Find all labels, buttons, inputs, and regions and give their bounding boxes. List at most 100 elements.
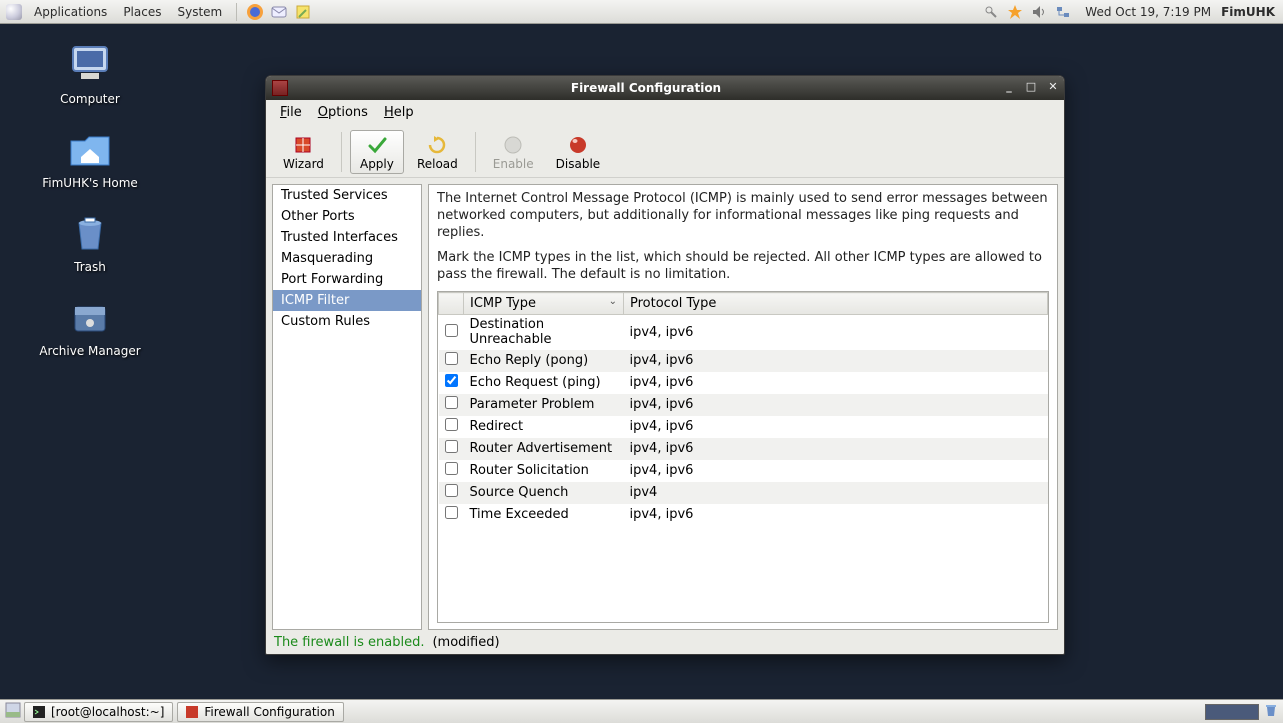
cell-icmp-type: Router Solicitation [464,460,624,482]
table-row[interactable]: Echo Request (ping)ipv4, ipv6 [439,372,1048,394]
apply-icon [365,133,389,157]
col-icmp-type[interactable]: ICMP Type⌄ [464,293,624,315]
apply-label: Apply [360,157,394,171]
row-checkbox[interactable] [445,506,458,519]
cell-protocol: ipv4, ipv6 [624,315,1048,350]
cell-protocol: ipv4, ipv6 [624,460,1048,482]
mail-icon[interactable] [269,2,289,22]
cell-protocol: ipv4, ipv6 [624,416,1048,438]
computer-icon [66,40,114,88]
trash-icon [66,208,114,256]
cell-protocol: ipv4, ipv6 [624,504,1048,526]
minimize-button[interactable]: _ [1000,80,1018,96]
titlebar[interactable]: Firewall Configuration _ □ ✕ [266,76,1064,100]
wizard-button[interactable]: Wizard [274,130,333,174]
menu-help[interactable]: Help [376,103,422,122]
sort-indicator-icon: ⌄ [609,296,617,307]
sidebar-item-port-forwarding[interactable]: Port Forwarding [273,269,421,290]
sidebar-item-custom-rules[interactable]: Custom Rules [273,311,421,332]
row-checkbox[interactable] [445,374,458,387]
tray: Wed Oct 19, 7:19 PM FimUHK [979,2,1283,22]
menu-system[interactable]: System [169,5,230,19]
maximize-button[interactable]: □ [1022,80,1040,96]
row-checkbox[interactable] [445,462,458,475]
row-checkbox[interactable] [445,440,458,453]
main-pane: The Internet Control Message Protocol (I… [428,184,1058,630]
firewall-icon [272,80,288,96]
toolbar-separator [341,132,342,172]
col-protocol[interactable]: Protocol Type [624,293,1048,315]
desktop-icon-computer[interactable]: Computer [30,40,150,106]
table-row[interactable]: Source Quenchipv4 [439,482,1048,504]
row-checkbox[interactable] [445,396,458,409]
row-checkbox[interactable] [445,484,458,497]
toolbar-separator [475,132,476,172]
status-modified: (modified) [432,635,499,650]
row-checkbox[interactable] [445,418,458,431]
show-desktop-icon[interactable] [4,701,22,722]
table-row[interactable]: Time Exceededipv4, ipv6 [439,504,1048,526]
task-firewall-label: Firewall Configuration [204,705,334,719]
col-check[interactable] [439,293,464,315]
cell-icmp-type: Time Exceeded [464,504,624,526]
notes-icon[interactable] [293,2,313,22]
desktop-label: Trash [30,260,150,274]
menu-places[interactable]: Places [115,5,169,19]
row-checkbox[interactable] [445,352,458,365]
description-1: The Internet Control Message Protocol (I… [437,191,1049,242]
toolbar: Wizard Apply Reload Enable Disable [266,124,1064,178]
firewall-icon [186,706,198,718]
task-terminal-label: [root@localhost:~] [51,705,164,719]
table-row[interactable]: Parameter Problemipv4, ipv6 [439,394,1048,416]
sidebar-item-other-ports[interactable]: Other Ports [273,206,421,227]
table-row[interactable]: Router Advertisementipv4, ipv6 [439,438,1048,460]
cell-icmp-type: Parameter Problem [464,394,624,416]
reload-button[interactable]: Reload [408,130,467,174]
cell-protocol: ipv4, ipv6 [624,438,1048,460]
sidebar-item-icmp-filter[interactable]: ICMP Filter [273,290,421,311]
home-folder-icon [66,124,114,172]
trash-applet-icon[interactable] [1263,702,1279,721]
table-row[interactable]: Destination Unreachableipv4, ipv6 [439,315,1048,350]
desktop-icon-trash[interactable]: Trash [30,208,150,274]
desktop-label: FimUHK's Home [30,176,150,190]
disable-label: Disable [556,157,601,171]
workspace-switcher[interactable] [1205,704,1259,720]
sidebar-item-trusted-interfaces[interactable]: Trusted Interfaces [273,227,421,248]
menu-applications[interactable]: Applications [26,5,115,19]
archive-manager-icon [66,292,114,340]
wizard-label: Wizard [283,157,324,171]
row-checkbox[interactable] [445,324,458,337]
cell-protocol: ipv4, ipv6 [624,350,1048,372]
desktop-icon-home[interactable]: FimUHK's Home [30,124,150,190]
menu-file[interactable]: File [272,103,310,122]
gnome-foot-icon [6,4,22,20]
cell-icmp-type: Destination Unreachable [464,315,624,350]
task-terminal[interactable]: [root@localhost:~] [24,702,173,722]
sidebar-item-masquerading[interactable]: Masquerading [273,248,421,269]
task-firewall[interactable]: Firewall Configuration [177,702,343,722]
table-row[interactable]: Router Solicitationipv4, ipv6 [439,460,1048,482]
keyring-icon[interactable] [981,2,1001,22]
table-row[interactable]: Echo Reply (pong)ipv4, ipv6 [439,350,1048,372]
panel-separator [236,3,237,21]
cell-icmp-type: Source Quench [464,482,624,504]
apply-button[interactable]: Apply [350,130,404,174]
bottom-right [1205,702,1279,721]
menu-options[interactable]: Options [310,103,376,122]
update-icon[interactable] [1005,2,1025,22]
network-icon[interactable] [1053,2,1073,22]
sidebar-item-trusted-services[interactable]: Trusted Services [273,185,421,206]
cell-icmp-type: Router Advertisement [464,438,624,460]
user-menu[interactable]: FimUHK [1221,5,1275,19]
clock[interactable]: Wed Oct 19, 7:19 PM [1085,5,1211,19]
desktop-icon-archive[interactable]: Archive Manager [30,292,150,358]
table-row[interactable]: Redirectipv4, ipv6 [439,416,1048,438]
volume-icon[interactable] [1029,2,1049,22]
firefox-icon[interactable] [245,2,265,22]
enable-icon [501,133,525,157]
reload-icon [425,133,449,157]
close-button[interactable]: ✕ [1044,80,1062,96]
disable-button[interactable]: Disable [547,130,610,174]
cell-icmp-type: Redirect [464,416,624,438]
